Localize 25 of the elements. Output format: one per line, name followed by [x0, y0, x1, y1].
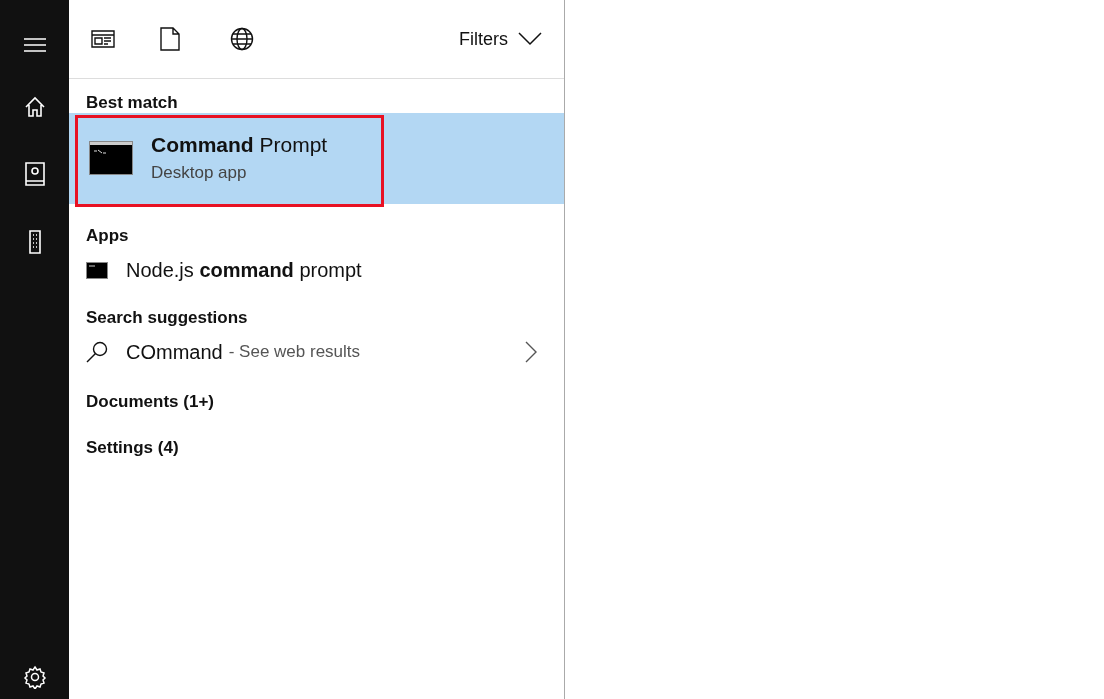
home-icon[interactable] — [23, 96, 46, 118]
section-heading: Best match — [85, 92, 179, 113]
result-subtitle: Desktop app — [151, 163, 248, 183]
settings-icon[interactable] — [22, 665, 47, 689]
news-icon[interactable] — [91, 30, 115, 48]
document-icon[interactable] — [160, 27, 180, 51]
section-heading: Apps — [85, 225, 130, 246]
app-result[interactable]: Node.js command prompt — [126, 258, 362, 282]
section-heading[interactable]: Settings (4) — [69, 422, 564, 468]
suggestion-hint: - See web results — [228, 342, 361, 362]
suggestion-query[interactable]: COmmand — [126, 340, 223, 364]
terminal-icon — [86, 261, 108, 279]
section-heading: Search suggestions — [85, 307, 249, 328]
notebook-icon[interactable] — [23, 162, 46, 186]
search-icon — [86, 341, 108, 363]
chevron-down-icon — [518, 32, 542, 46]
tower-icon[interactable] — [27, 230, 42, 254]
menu-icon[interactable] — [23, 38, 46, 52]
filters-dropdown[interactable]: Filters — [459, 28, 542, 50]
result-title: Command Prompt — [151, 133, 328, 157]
globe-icon[interactable] — [230, 27, 254, 51]
section-heading[interactable]: Documents (1+) — [69, 376, 564, 422]
result-row[interactable]: Command Prompt Desktop app — [69, 113, 564, 204]
chevron-right-icon[interactable] — [525, 341, 537, 363]
terminal-icon — [89, 141, 133, 175]
